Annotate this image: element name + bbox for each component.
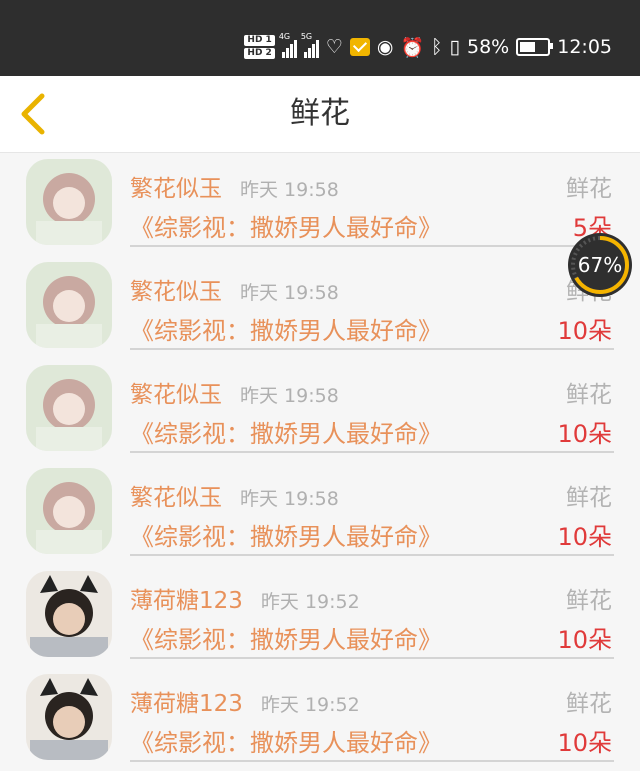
gift-time: 昨天 19:52	[260, 591, 360, 613]
floating-boost-widget[interactable]: 67%	[568, 233, 632, 297]
gift-count: 10朵	[557, 317, 612, 345]
divider	[130, 245, 614, 247]
avatar[interactable]	[26, 571, 112, 657]
avatar[interactable]	[26, 262, 112, 348]
avatar[interactable]	[26, 159, 112, 245]
divider	[130, 348, 614, 350]
gift-time: 昨天 19:58	[240, 282, 339, 304]
sender-name: 薄荷糖123 昨天 19:52	[130, 684, 360, 718]
divider	[130, 760, 614, 762]
gift-type: 鲜花	[566, 382, 612, 408]
book-title-link[interactable]: 《综影视：撒娇男人最好命》	[130, 208, 442, 243]
book-title-link[interactable]: 《综影视：撒娇男人最好命》	[130, 311, 442, 346]
sender-name: 繁花似玉 昨天 19:58	[130, 272, 339, 306]
gift-count: 10朵	[557, 420, 612, 448]
vibrate-icon: ▯	[449, 36, 460, 58]
back-button[interactable]	[14, 90, 58, 138]
back-arrow-icon	[21, 93, 45, 135]
book-title-link[interactable]: 《综影视：撒娇男人最好命》	[130, 620, 442, 655]
sender-name-text: 繁花似玉	[130, 176, 222, 202]
gift-time: 昨天 19:52	[260, 694, 360, 716]
list-item[interactable]: 繁花似玉昨天 19:58 鲜花 《综影视：撒娇男人最好命》 10朵	[0, 359, 640, 462]
sender-name-text: 繁花似玉	[130, 382, 222, 408]
battery-icon	[516, 38, 554, 56]
list-item[interactable]: 繁花似玉昨天 19:58 鲜花 《综影视：撒娇男人最好命》 10朵	[0, 256, 640, 359]
net1-label: 4G	[278, 32, 291, 41]
divider	[130, 451, 614, 453]
status-icons: HD 1 HD 2 4G 5G ♡ ◉ ⏰ ᛒ ▯ 58% 12:05	[244, 30, 612, 64]
hd1-label: HD 1	[244, 35, 275, 46]
signal-5g-icon: 5G	[301, 32, 319, 58]
alarm-icon: ⏰	[400, 36, 425, 59]
clock: 12:05	[557, 36, 612, 58]
gift-type: 鲜花	[566, 588, 612, 614]
status-bar: HD 1 HD 2 4G 5G ♡ ◉ ⏰ ᛒ ▯ 58% 12:05	[0, 0, 640, 76]
sender-name: 繁花似玉 昨天 19:58	[130, 375, 339, 409]
gift-count: 10朵	[557, 626, 612, 654]
net2-label: 5G	[300, 32, 313, 41]
sender-name: 繁花似玉 昨天 19:58	[130, 478, 339, 512]
flower-record-list: 繁花似玉 昨天 19:58 鲜花 《综影视：撒娇男人最好命》 5朵 繁花似玉 昨天 …	[0, 153, 640, 771]
gift-type: 鲜花	[566, 691, 612, 717]
book-title-link[interactable]: 《综影视：撒娇男人最好命》	[130, 517, 442, 552]
book-title-link[interactable]: 《综影视：撒娇男人最好命》	[130, 723, 442, 758]
boost-percent: 67%	[577, 253, 623, 277]
page-title: 鲜花	[290, 96, 350, 131]
signal-4g-icon: 4G	[279, 32, 297, 58]
gift-count: 10朵	[557, 523, 612, 551]
app-bar: 鲜花	[0, 76, 640, 153]
gift-time: 昨天 19:58	[240, 385, 339, 407]
divider	[130, 657, 614, 659]
divider	[130, 554, 614, 556]
list-item[interactable]: 薄荷糖123 昨天 19:52 鲜花 《综影视：撒娇男人最好命》 10朵	[0, 668, 640, 771]
list-item[interactable]: 繁花似玉 昨天 19:58 鲜花 《综影视：撒娇男人最好命》 5朵	[0, 153, 640, 256]
list-item[interactable]: 繁花似玉昨天 19:58 鲜花 《综影视：撒娇男人最好命》 10朵	[0, 462, 640, 565]
battery-percent: 58%	[467, 36, 510, 58]
sender-name: 繁花似玉 昨天 19:58	[130, 169, 339, 203]
dual-sim-hd-icon: HD 1 HD 2	[244, 35, 275, 59]
sender-name-text: 繁花似玉	[130, 485, 222, 511]
sender-name-text: 薄荷糖123	[130, 588, 243, 614]
avatar[interactable]	[26, 468, 112, 554]
avatar[interactable]	[26, 365, 112, 451]
hd2-label: HD 2	[244, 48, 275, 59]
shield-icon: ♡	[325, 36, 343, 58]
gift-type: 鲜花	[566, 485, 612, 511]
sender-name: 薄荷糖123 昨天 19:52	[130, 581, 360, 615]
bluetooth-icon: ᛒ	[431, 36, 443, 58]
gift-time: 昨天 19:58	[240, 179, 339, 201]
message-icon	[349, 38, 370, 56]
sender-name-text: 薄荷糖123	[130, 691, 243, 717]
gift-time: 昨天 19:58	[240, 488, 339, 510]
gift-count: 10朵	[557, 729, 612, 757]
gift-type: 鲜花	[566, 176, 612, 202]
sender-name-text: 繁花似玉	[130, 279, 222, 305]
eye-icon: ◉	[376, 36, 394, 58]
avatar[interactable]	[26, 674, 112, 760]
list-item[interactable]: 薄荷糖123 昨天 19:52 鲜花 《综影视：撒娇男人最好命》 10朵	[0, 565, 640, 668]
book-title-link[interactable]: 《综影视：撒娇男人最好命》	[130, 414, 442, 449]
